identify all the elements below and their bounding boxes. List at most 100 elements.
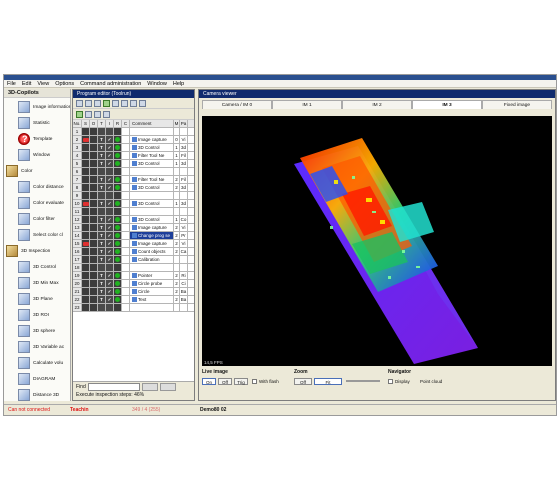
move-down-icon[interactable]: [94, 110, 101, 118]
run-status-icon: [115, 289, 120, 295]
tool-item[interactable]: Statistic: [4, 115, 70, 131]
editor-row[interactable]: 8 T ✓ 3D Control 2 3d: [73, 184, 194, 192]
run-icon[interactable]: [103, 99, 110, 107]
editor-row[interactable]: 17 T ✓ Calibration: [73, 256, 194, 264]
tool-item[interactable]: 3D Inspection: [4, 243, 70, 259]
row-stop-cell: [82, 184, 90, 191]
live-on-button[interactable]: On: [202, 378, 216, 385]
editor-row[interactable]: 15 T ✓ Image capture 2 Vi: [73, 240, 194, 248]
tool-item[interactable]: Color filter: [4, 211, 70, 227]
tool-item[interactable]: Distance 3D: [4, 387, 70, 401]
add-step-icon[interactable]: [76, 110, 83, 118]
editor-row[interactable]: 18: [73, 264, 194, 272]
tool-item[interactable]: Calculate volu: [4, 355, 70, 371]
zoom-slider[interactable]: [346, 380, 380, 382]
tool-item[interactable]: 3D Plane: [4, 291, 70, 307]
delete-icon[interactable]: [139, 99, 146, 107]
tool-item[interactable]: Color distance: [4, 179, 70, 195]
menu-help[interactable]: Help: [173, 81, 184, 87]
row-comment-text: 3D Control: [138, 161, 160, 166]
tool-item[interactable]: Select color cl: [4, 227, 70, 243]
save-icon[interactable]: [94, 99, 101, 107]
point-cloud-view[interactable]: 14,5 FPS: [202, 116, 552, 366]
editor-row[interactable]: 16 T ✓ Count objects 2 Ca: [73, 248, 194, 256]
point-cloud-label[interactable]: Point cloud: [420, 379, 442, 384]
live-trig-button[interactable]: Trig: [234, 378, 248, 385]
tool-item[interactable]: 3D Variable ac: [4, 339, 70, 355]
run-status-icon: [115, 201, 120, 207]
open-icon[interactable]: [85, 99, 92, 107]
zoom-fit-button[interactable]: Fit: [314, 378, 342, 385]
editor-row[interactable]: 3 T ✓ 3D Control 1 3d: [73, 144, 194, 152]
menu-file[interactable]: File: [7, 81, 16, 87]
find-prev-button[interactable]: [159, 382, 176, 391]
zoom-off-button[interactable]: Off: [294, 378, 312, 385]
menu-command-administration[interactable]: Command administration: [80, 81, 141, 87]
properties-icon[interactable]: [103, 110, 110, 118]
editor-row[interactable]: 19 T ✓ Pointer 2 Ri: [73, 272, 194, 280]
viewer-tab[interactable]: Camera / IM 0: [202, 100, 272, 109]
tool-item[interactable]: 3D sphere: [4, 323, 70, 339]
menu-window[interactable]: Window: [147, 81, 167, 87]
menu-edit[interactable]: Edit: [22, 81, 31, 87]
editor-row[interactable]: 2 T ✓ Image capture 0 Vi: [73, 136, 194, 144]
tool-item[interactable]: Color evaluate: [4, 195, 70, 211]
viewer-tab[interactable]: IM 3: [412, 100, 482, 109]
editor-row[interactable]: 10 T ✓ 3D Control 1 3d: [73, 200, 194, 208]
row-t-cell: [98, 192, 106, 199]
find-next-button[interactable]: [141, 382, 158, 391]
editor-row[interactable]: 13 T ✓ Image capture 2 Vi: [73, 224, 194, 232]
move-up-icon[interactable]: [85, 110, 92, 118]
execute-inspection-status: Execute inspection steps: 46%: [73, 391, 194, 399]
viewer-tab[interactable]: Fixed image: [482, 100, 552, 109]
paste-icon[interactable]: [130, 99, 137, 107]
3d-sphere-icon: [18, 325, 30, 337]
editor-row[interactable]: 12 T ✓ 3D Control 1 Co: [73, 216, 194, 224]
editor-row[interactable]: 22 T ✓ Text 2 Ba: [73, 296, 194, 304]
tool-item-label: 3D Min Max: [33, 280, 59, 286]
row-r-cell: [114, 288, 122, 295]
menu-view[interactable]: View: [37, 81, 49, 87]
editor-row[interactable]: 14 T ✓ Change prog se 2 Pr: [73, 232, 194, 240]
step-icon[interactable]: [112, 99, 119, 107]
color-evaluate-icon: [18, 197, 30, 209]
display-checkbox[interactable]: [388, 379, 393, 384]
editor-row[interactable]: 11: [73, 208, 194, 216]
tool-item[interactable]: DIAGRAM: [4, 371, 70, 387]
tool-item[interactable]: 3D Control: [4, 259, 70, 275]
row-o-cell: [90, 272, 98, 279]
find-input[interactable]: [87, 382, 140, 391]
stop-marker-icon: [82, 201, 89, 206]
row-i-cell: [106, 128, 114, 135]
tool-item[interactable]: Window: [4, 147, 70, 163]
editor-row[interactable]: 6: [73, 168, 194, 176]
row-comment: 3D Control: [130, 184, 174, 191]
editor-row[interactable]: 1: [73, 128, 194, 136]
editor-row[interactable]: 7 T ✓ Filter Tool Ne 2 Fil: [73, 176, 194, 184]
tool-item[interactable]: Template: [4, 131, 70, 147]
row-r-cell: [114, 280, 122, 287]
row-i-cell: [106, 208, 114, 215]
text-flag-icon: T: [98, 216, 106, 223]
editor-row[interactable]: 4 T ✓ Filter Tool Ne 1 Fil: [73, 152, 194, 160]
editor-row[interactable]: 21 T ✓ Circle 2 Ba: [73, 288, 194, 296]
new-icon[interactable]: [76, 99, 83, 107]
copy-icon[interactable]: [121, 99, 128, 107]
find-row: Find: [73, 382, 194, 391]
editor-row[interactable]: 23: [73, 304, 194, 312]
tool-item[interactable]: 3D ROI: [4, 307, 70, 323]
editor-row[interactable]: 9: [73, 192, 194, 200]
viewer-tab[interactable]: IM 2: [342, 100, 412, 109]
editor-row[interactable]: 20 T ✓ Circle probe 2 Ci: [73, 280, 194, 288]
tool-item[interactable]: Image information: [4, 99, 70, 115]
with-flash-checkbox[interactable]: [252, 379, 257, 384]
3d-plane-icon: [18, 293, 30, 305]
step-type-icon: [132, 249, 137, 255]
editor-row[interactable]: 5 T ✓ 3D Control 1 3d: [73, 160, 194, 168]
tool-item[interactable]: Color: [4, 163, 70, 179]
menu-options[interactable]: Options: [55, 81, 74, 87]
row-comment-text: Calibration: [138, 257, 160, 262]
live-off-button[interactable]: Off: [218, 378, 232, 385]
viewer-tab[interactable]: IM 1: [272, 100, 342, 109]
tool-item[interactable]: 3D Min Max: [4, 275, 70, 291]
